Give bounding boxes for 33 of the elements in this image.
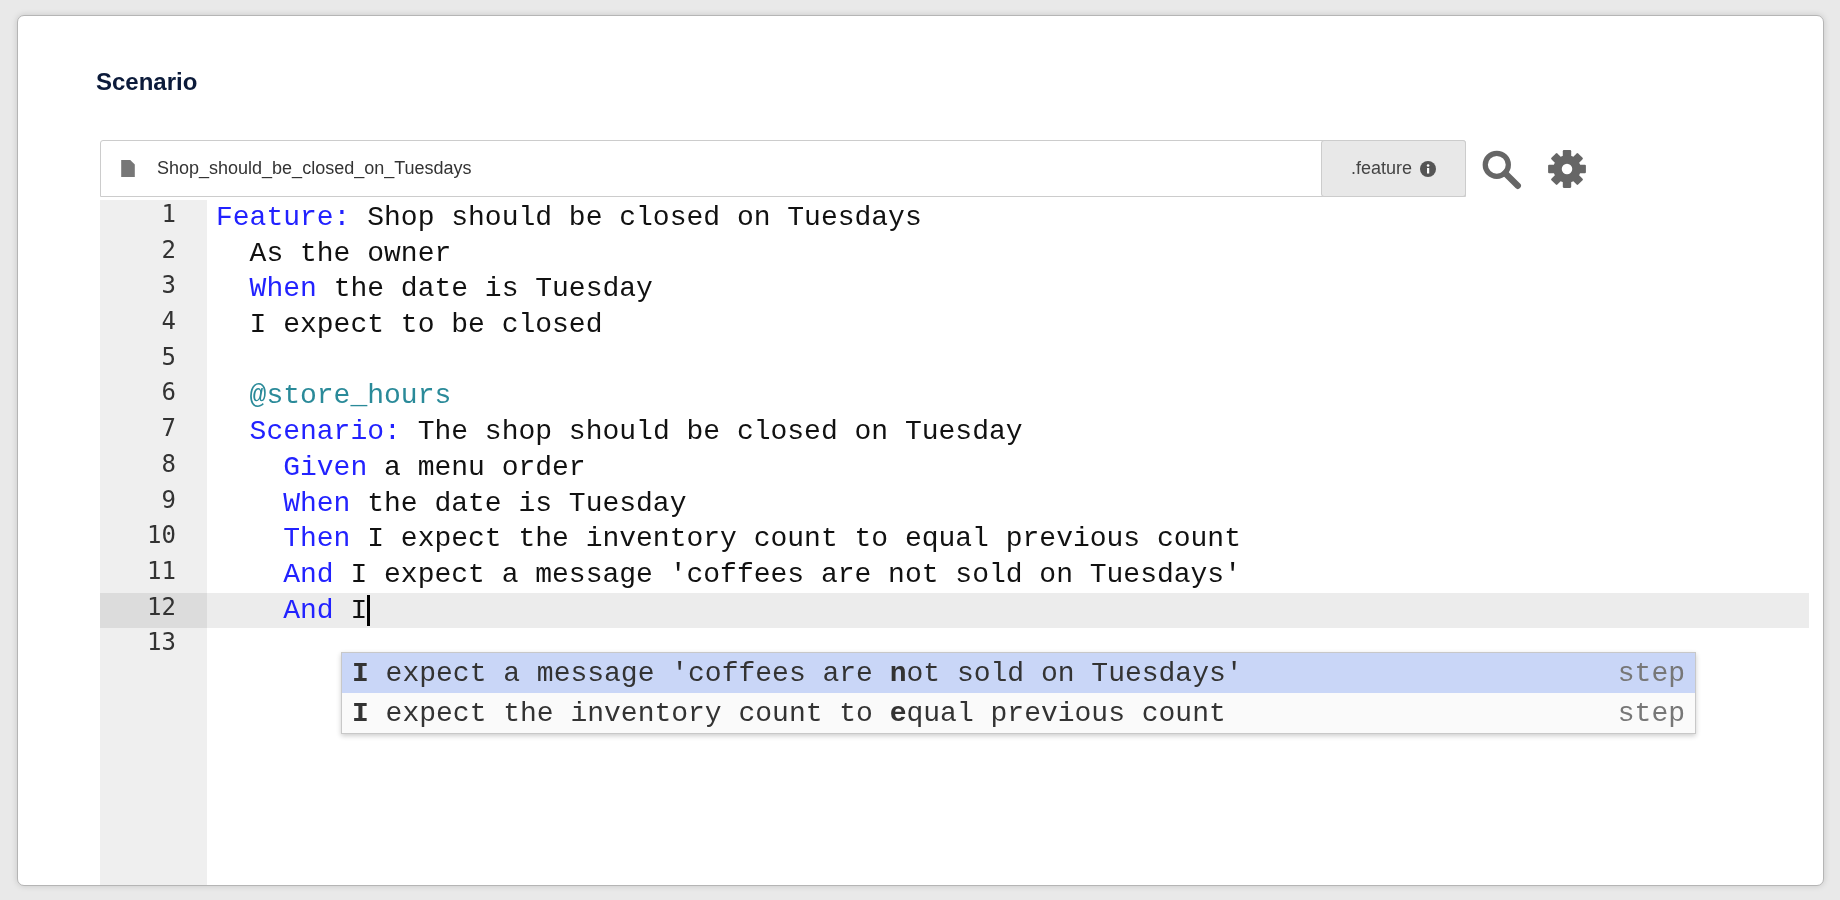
line-number: 6 xyxy=(160,378,177,409)
settings-icon[interactable] xyxy=(1546,147,1588,190)
line-number: 5 xyxy=(160,342,177,373)
code-line: Given a menu order xyxy=(282,450,586,485)
line-number: 11 xyxy=(146,556,177,587)
section-title: Scenario xyxy=(96,68,198,96)
code-line: As the owner xyxy=(248,236,452,271)
info-icon xyxy=(1420,160,1436,177)
code-line: Then I expect the inventory count to equal previous count xyxy=(282,522,1241,557)
line-number: 12 xyxy=(100,592,207,629)
code-line: When the date is Tuesday xyxy=(248,272,653,307)
line-number: 7 xyxy=(160,414,177,445)
code-line: And I expect a message 'coffees are not sold on Tuesdays' xyxy=(282,557,1241,592)
line-number: 10 xyxy=(146,521,177,552)
line-number: 13 xyxy=(146,628,177,659)
code-line: I expect to be closed xyxy=(248,308,603,343)
line-number: 3 xyxy=(160,271,177,302)
code-line: Feature: Shop should be closed on Tuesdays xyxy=(216,201,922,235)
suggestion-item[interactable]: I expect the inventory count to equal previous count step xyxy=(342,693,1695,733)
extension-tab[interactable]: .feature xyxy=(1321,140,1466,197)
line-number: 1 xyxy=(160,200,177,230)
line-number: 4 xyxy=(160,307,177,338)
code-line: Scenario: The shop should be closed on Tuesday xyxy=(248,415,1023,450)
line-number: 8 xyxy=(160,449,177,480)
code-line: @store_hours xyxy=(248,379,452,414)
code-line: When the date is Tuesday xyxy=(282,486,687,521)
line-number: 9 xyxy=(160,485,177,516)
file-icon xyxy=(121,160,135,177)
code-line: And I xyxy=(282,593,368,628)
suggestion-item[interactable]: I expect a message 'coffees are not sold on Tuesdays' step xyxy=(342,653,1695,693)
line-number: 2 xyxy=(160,235,177,266)
filename: Shop_should_be_closed_on_Tuesdays xyxy=(157,158,473,179)
text-cursor xyxy=(367,594,371,626)
